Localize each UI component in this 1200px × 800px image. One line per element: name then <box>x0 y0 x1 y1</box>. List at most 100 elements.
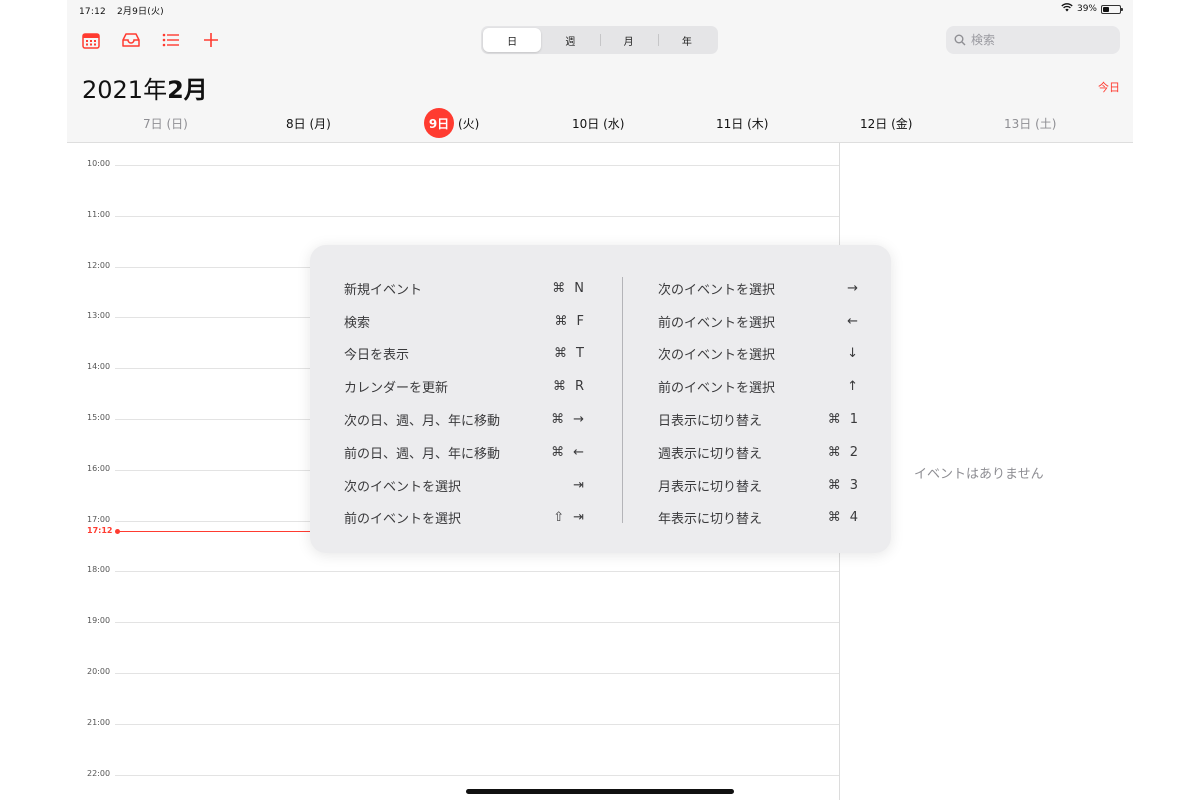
hour-line <box>115 571 839 573</box>
day-12[interactable]: 12日 (金) <box>860 108 912 138</box>
home-indicator <box>466 789 734 794</box>
shortcut-keys: ⌘ T <box>554 346 584 361</box>
shortcut-keys: ⌘ 3 <box>828 478 858 493</box>
shortcut-key: ⌘ <box>551 444 565 460</box>
search-icon <box>954 31 966 50</box>
hour-label: 14:00 <box>87 362 111 372</box>
day-9-selected[interactable]: 9日 (火) <box>424 108 479 138</box>
current-time-label: 17:12 <box>87 525 113 535</box>
month-label: 2月 <box>167 76 208 104</box>
shortcut-label: 次のイベントを選択 <box>658 348 776 364</box>
day-11[interactable]: 11日 (木) <box>716 108 768 138</box>
shortcut-row: 次の日、週、月、年に移動 ⌘ → <box>344 403 584 436</box>
hour-label: 22:00 <box>87 768 111 778</box>
hour-row: 18:00 <box>67 565 839 574</box>
hour-label: 15:00 <box>87 413 111 422</box>
calendar-app: 17:12 2月9日(火) 39% 日 週 月 年 検索 2021年2月 今日 … <box>67 0 1133 800</box>
hour-line <box>115 774 839 776</box>
hour-row: 11:00 <box>67 210 839 219</box>
hour-label: 20:00 <box>87 667 111 676</box>
shortcut-key: ← <box>573 444 584 460</box>
shortcut-keys: ⇧ ⇥ <box>553 510 584 525</box>
wifi-icon <box>1061 3 1073 15</box>
shortcut-label: 検索 <box>344 315 371 331</box>
day-7[interactable]: 7日 (日) <box>143 108 188 138</box>
shortcut-row: 前のイベントを選択 ↑ <box>658 370 858 403</box>
search-field[interactable] <box>946 26 1120 54</box>
hour-label: 13:00 <box>87 311 111 321</box>
shortcut-keys: ⌘ 1 <box>828 412 858 427</box>
shortcut-key: ⇥ <box>573 477 584 493</box>
shortcut-key: ⌘ <box>827 412 841 428</box>
calendar-icon[interactable] <box>81 30 101 50</box>
shortcut-row: 検索 ⌘ F <box>344 305 584 338</box>
view-switcher: 日 週 月 年 <box>481 26 718 54</box>
battery-level <box>1103 6 1110 12</box>
shortcut-row: 前のイベントを選択 ⇧ ⇥ <box>344 502 584 535</box>
day-8[interactable]: 8日 (月) <box>286 108 331 138</box>
shortcut-label: 前のイベントを選択 <box>658 381 776 397</box>
today-button[interactable]: 今日 <box>1098 79 1120 95</box>
list-icon[interactable] <box>161 30 181 50</box>
tab-week[interactable]: 週 <box>541 28 599 52</box>
hour-row: 22:00 <box>67 769 839 778</box>
shortcut-label: 年表示に切り替え <box>658 512 763 528</box>
shortcut-label: 前のイベントを選択 <box>658 315 776 331</box>
shortcut-keys: ↓ <box>847 346 858 361</box>
shortcut-label: 月表示に切り替え <box>658 479 763 495</box>
shortcut-key: ⌘ <box>827 444 841 460</box>
day-10[interactable]: 10日 (水) <box>572 108 624 138</box>
shortcut-label: 日表示に切り替え <box>658 414 763 430</box>
search-input[interactable] <box>971 33 1111 47</box>
shortcut-key: T <box>576 346 584 362</box>
tab-day[interactable]: 日 <box>483 28 542 52</box>
plus-icon[interactable] <box>201 30 221 50</box>
shortcut-label: 次のイベントを選択 <box>344 479 462 495</box>
shortcut-label: 前のイベントを選択 <box>344 512 462 528</box>
shortcut-key: → <box>573 412 584 428</box>
day-weekday: (日) <box>166 116 188 131</box>
shortcut-label: 前の日、週、月、年に移動 <box>344 446 501 462</box>
shortcut-key: ↓ <box>847 346 858 362</box>
hour-label: 16:00 <box>87 463 111 473</box>
shortcut-row: 週表示に切り替え ⌘ 2 <box>658 436 858 469</box>
shortcut-row: 前のイベントを選択 ← <box>658 305 858 338</box>
day-weekday: (月) <box>309 116 331 131</box>
tab-year[interactable]: 年 <box>657 28 716 52</box>
shortcut-keys: ⌘ N <box>552 281 584 296</box>
shortcut-row: 次のイベントを選択 ⇥ <box>344 469 584 502</box>
hour-line <box>115 673 839 674</box>
day-weekday: (火) <box>458 116 480 131</box>
shortcut-key: ⌘ <box>552 280 566 296</box>
shortcut-key: F <box>576 313 584 329</box>
shortcut-label: 新規イベント <box>344 282 423 298</box>
shortcut-label: カレンダーを更新 <box>344 381 449 397</box>
shortcut-key: N <box>574 280 584 296</box>
shortcut-key: ⇧ <box>553 510 565 526</box>
battery-icon <box>1101 4 1123 14</box>
hour-label: 17:00 <box>87 514 111 524</box>
status-time: 17:12 <box>79 7 106 17</box>
shortcut-keys: → <box>847 281 858 296</box>
hour-label: 18:00 <box>87 565 111 575</box>
selected-day-number: 9日 <box>424 108 454 138</box>
shortcut-label: 次の日、週、月、年に移動 <box>344 414 501 430</box>
battery-percent: 39% <box>1076 4 1097 14</box>
day-number: 11日 <box>716 116 744 131</box>
hour-label: 21:00 <box>87 717 111 727</box>
status-bar-right: 39% <box>1061 3 1123 15</box>
shortcut-keys: ⌘ → <box>551 412 584 427</box>
tab-month[interactable]: 月 <box>599 28 658 52</box>
shortcut-key: ⌘ <box>827 477 841 493</box>
year-label: 2021年 <box>82 76 168 104</box>
day-number: 12日 <box>860 116 888 131</box>
shortcut-keys: ⌘ 2 <box>828 445 858 460</box>
shortcut-key: R <box>574 379 584 395</box>
day-number: 7日 <box>143 116 163 131</box>
shortcut-key: 2 <box>849 444 858 460</box>
inbox-icon[interactable] <box>121 30 141 50</box>
shortcut-row: 今日を表示 ⌘ T <box>344 338 584 371</box>
shortcut-keys: ⌘ F <box>555 314 584 329</box>
hour-line <box>115 215 839 217</box>
day-13[interactable]: 13日 (土) <box>1004 108 1056 138</box>
